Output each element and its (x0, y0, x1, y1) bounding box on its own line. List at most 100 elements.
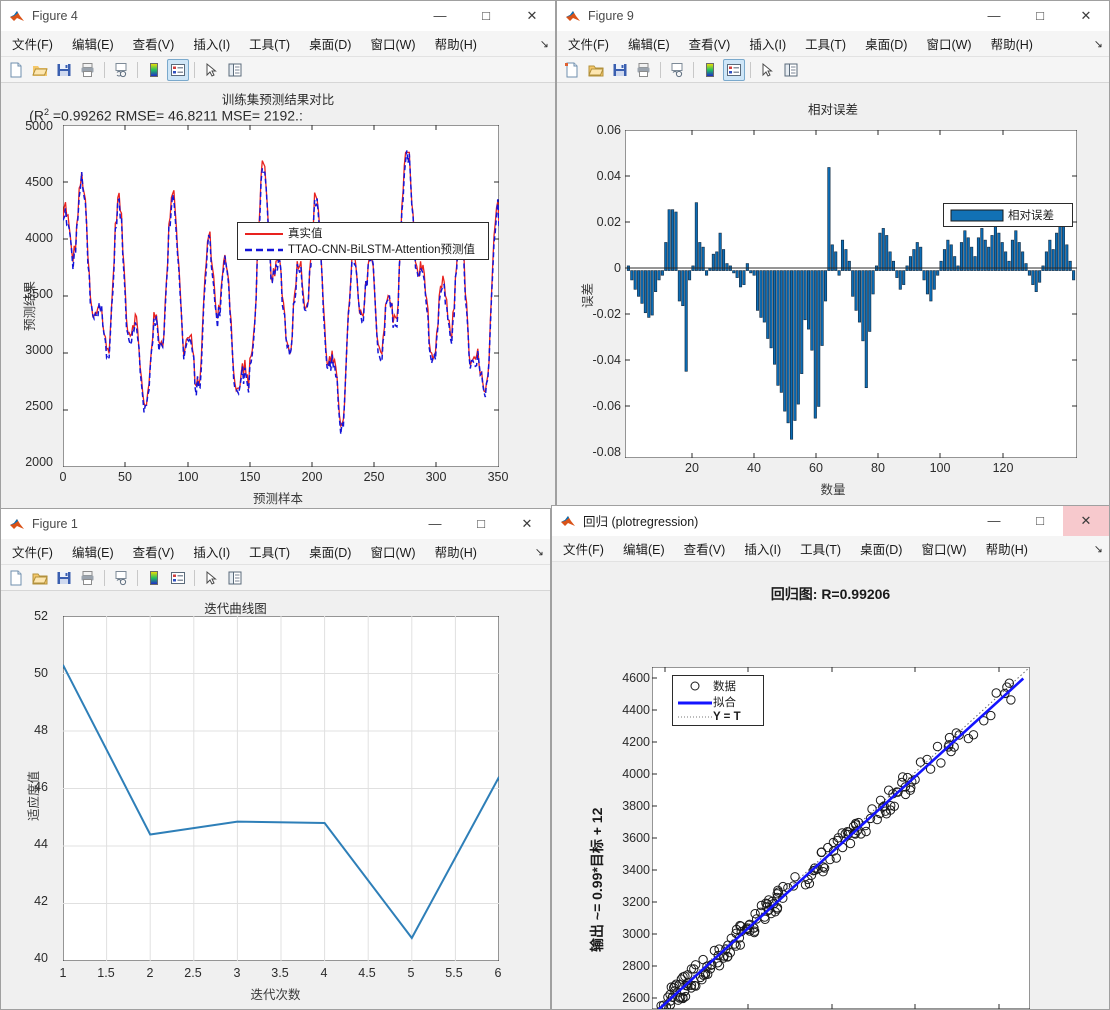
menu-window[interactable]: 窗口(W) (362, 34, 423, 53)
figure-1-toolbar[interactable] (1, 565, 550, 591)
menu-file[interactable]: 文件(F) (560, 34, 617, 53)
maximize-button[interactable]: □ (463, 1, 509, 31)
legend-icon[interactable] (723, 58, 745, 81)
menu-window[interactable]: 窗口(W) (918, 34, 979, 53)
link-plot-icon[interactable] (110, 59, 132, 81)
fig4-legend[interactable]: 真实值 TTAO-CNN-BiLSTM-Attention预测值 (237, 222, 489, 260)
menu-view[interactable]: 查看(V) (125, 542, 183, 561)
figure-9-canvas[interactable]: 相对误差 0.06 0.04 0.02 0 -0.02 -0.04 -0.06 … (557, 83, 1109, 509)
close-button[interactable]: ✕ (509, 1, 555, 31)
figure-1-titlebar[interactable]: Figure 1 — □ ✕ (1, 509, 550, 539)
print-figure-icon[interactable] (77, 567, 99, 589)
regression-canvas[interactable]: 回归图: R=0.99206 4600 4400 4200 4000 3800 … (552, 562, 1109, 1009)
minimize-button[interactable]: — (971, 506, 1017, 536)
menu-view[interactable]: 查看(V) (681, 34, 739, 53)
property-inspector-icon[interactable] (224, 567, 246, 589)
menu-insert[interactable]: 插入(I) (736, 539, 789, 558)
link-plot-icon[interactable] (110, 567, 132, 589)
figure-4-canvas[interactable]: 训练集预测结果对比 (R2 =0.99262 RMSE= 46.8211 MSE… (1, 83, 555, 509)
figure-4-window[interactable]: Figure 4 — □ ✕ 文件(F) 编辑(E) 查看(V) 插入(I) 工… (0, 0, 556, 510)
menu-overflow-icon[interactable]: ↘ (540, 37, 549, 50)
menu-window[interactable]: 窗口(W) (913, 539, 974, 558)
menu-insert[interactable]: 插入(I) (185, 542, 238, 561)
menu-desktop[interactable]: 桌面(D) (852, 539, 910, 558)
minimize-button[interactable]: — (417, 1, 463, 31)
link-plot-icon[interactable] (666, 59, 688, 81)
menu-file[interactable]: 文件(F) (4, 34, 61, 53)
menu-overflow-icon[interactable]: ↘ (1094, 542, 1103, 555)
pointer-icon[interactable] (200, 567, 222, 589)
menu-tools[interactable]: 工具(T) (792, 539, 849, 558)
property-inspector-icon[interactable] (224, 59, 246, 81)
menu-help[interactable]: 帮助(H) (983, 34, 1041, 53)
open-file-icon[interactable] (29, 59, 51, 81)
menu-edit[interactable]: 编辑(E) (620, 34, 678, 53)
figure-1-canvas[interactable]: 迭代曲线图 52 50 48 46 44 42 40 1 1.5 2 2.5 3… (1, 591, 550, 1009)
menu-tools[interactable]: 工具(T) (241, 542, 298, 561)
figure-4-titlebar[interactable]: Figure 4 — □ ✕ (1, 1, 555, 31)
menu-file[interactable]: 文件(F) (555, 539, 612, 558)
maximize-button[interactable]: □ (1017, 1, 1063, 31)
save-figure-icon[interactable] (53, 567, 75, 589)
fig1-plot-area[interactable] (63, 616, 499, 961)
menu-overflow-icon[interactable]: ↘ (535, 545, 544, 558)
regression-legend[interactable]: 数据 拟合 Y = T (672, 675, 764, 726)
menu-help[interactable]: 帮助(H) (427, 542, 485, 561)
menu-view[interactable]: 查看(V) (125, 34, 183, 53)
menu-edit[interactable]: 编辑(E) (615, 539, 673, 558)
menu-tools[interactable]: 工具(T) (797, 34, 854, 53)
menu-view[interactable]: 查看(V) (676, 539, 734, 558)
save-figure-icon[interactable] (53, 59, 75, 81)
property-inspector-icon[interactable] (780, 59, 802, 81)
pointer-icon[interactable] (756, 59, 778, 81)
figure-1-window[interactable]: Figure 1 — □ ✕ 文件(F) 编辑(E) 查看(V) 插入(I) 工… (0, 508, 551, 1010)
colorbar-icon[interactable] (143, 567, 165, 589)
menu-file[interactable]: 文件(F) (4, 542, 61, 561)
menu-insert[interactable]: 插入(I) (185, 34, 238, 53)
regression-menubar[interactable]: 文件(F) 编辑(E) 查看(V) 插入(I) 工具(T) 桌面(D) 窗口(W… (552, 536, 1109, 562)
new-figure-icon[interactable] (561, 59, 583, 81)
fig4-plot-area[interactable] (63, 125, 499, 467)
menu-desktop[interactable]: 桌面(D) (857, 34, 915, 53)
save-figure-icon[interactable] (609, 59, 631, 81)
menu-edit[interactable]: 编辑(E) (64, 542, 122, 561)
open-file-icon[interactable] (585, 59, 607, 81)
maximize-button[interactable]: □ (1017, 506, 1063, 536)
figure-4-toolbar[interactable] (1, 57, 555, 83)
new-figure-icon[interactable] (5, 59, 27, 81)
legend-icon[interactable] (167, 58, 189, 81)
menu-desktop[interactable]: 桌面(D) (301, 34, 359, 53)
figure-9-titlebar[interactable]: Figure 9 — □ ✕ (557, 1, 1109, 31)
figure-9-toolbar[interactable] (557, 57, 1109, 83)
colorbar-icon[interactable] (143, 59, 165, 81)
menu-tools[interactable]: 工具(T) (241, 34, 298, 53)
figure-4-menubar[interactable]: 文件(F) 编辑(E) 查看(V) 插入(I) 工具(T) 桌面(D) 窗口(W… (1, 31, 555, 57)
maximize-button[interactable]: □ (458, 509, 504, 539)
menu-edit[interactable]: 编辑(E) (64, 34, 122, 53)
close-button[interactable]: ✕ (1063, 1, 1109, 31)
legend-icon[interactable] (167, 567, 189, 589)
print-figure-icon[interactable] (633, 59, 655, 81)
fig9-legend[interactable]: 相对误差 (943, 203, 1073, 227)
menu-overflow-icon[interactable]: ↘ (1094, 37, 1103, 50)
figure-9-menubar[interactable]: 文件(F) 编辑(E) 查看(V) 插入(I) 工具(T) 桌面(D) 窗口(W… (557, 31, 1109, 57)
close-button[interactable]: ✕ (1063, 506, 1109, 536)
menu-help[interactable]: 帮助(H) (427, 34, 485, 53)
figure-1-menubar[interactable]: 文件(F) 编辑(E) 查看(V) 插入(I) 工具(T) 桌面(D) 窗口(W… (1, 539, 550, 565)
menu-window[interactable]: 窗口(W) (362, 542, 423, 561)
minimize-button[interactable]: — (412, 509, 458, 539)
print-figure-icon[interactable] (77, 59, 99, 81)
close-button[interactable]: ✕ (504, 509, 550, 539)
menu-insert[interactable]: 插入(I) (741, 34, 794, 53)
figure-9-window[interactable]: Figure 9 — □ ✕ 文件(F) 编辑(E) 查看(V) 插入(I) 工… (556, 0, 1110, 510)
regression-titlebar[interactable]: 回归 (plotregression) — □ ✕ (552, 506, 1109, 536)
colorbar-icon[interactable] (699, 59, 721, 81)
minimize-button[interactable]: — (971, 1, 1017, 31)
regression-window[interactable]: 回归 (plotregression) — □ ✕ 文件(F) 编辑(E) 查看… (551, 505, 1110, 1010)
fig9-plot-area[interactable] (625, 130, 1077, 458)
menu-desktop[interactable]: 桌面(D) (301, 542, 359, 561)
new-figure-icon[interactable] (5, 567, 27, 589)
menu-help[interactable]: 帮助(H) (978, 539, 1036, 558)
open-file-icon[interactable] (29, 567, 51, 589)
pointer-icon[interactable] (200, 59, 222, 81)
